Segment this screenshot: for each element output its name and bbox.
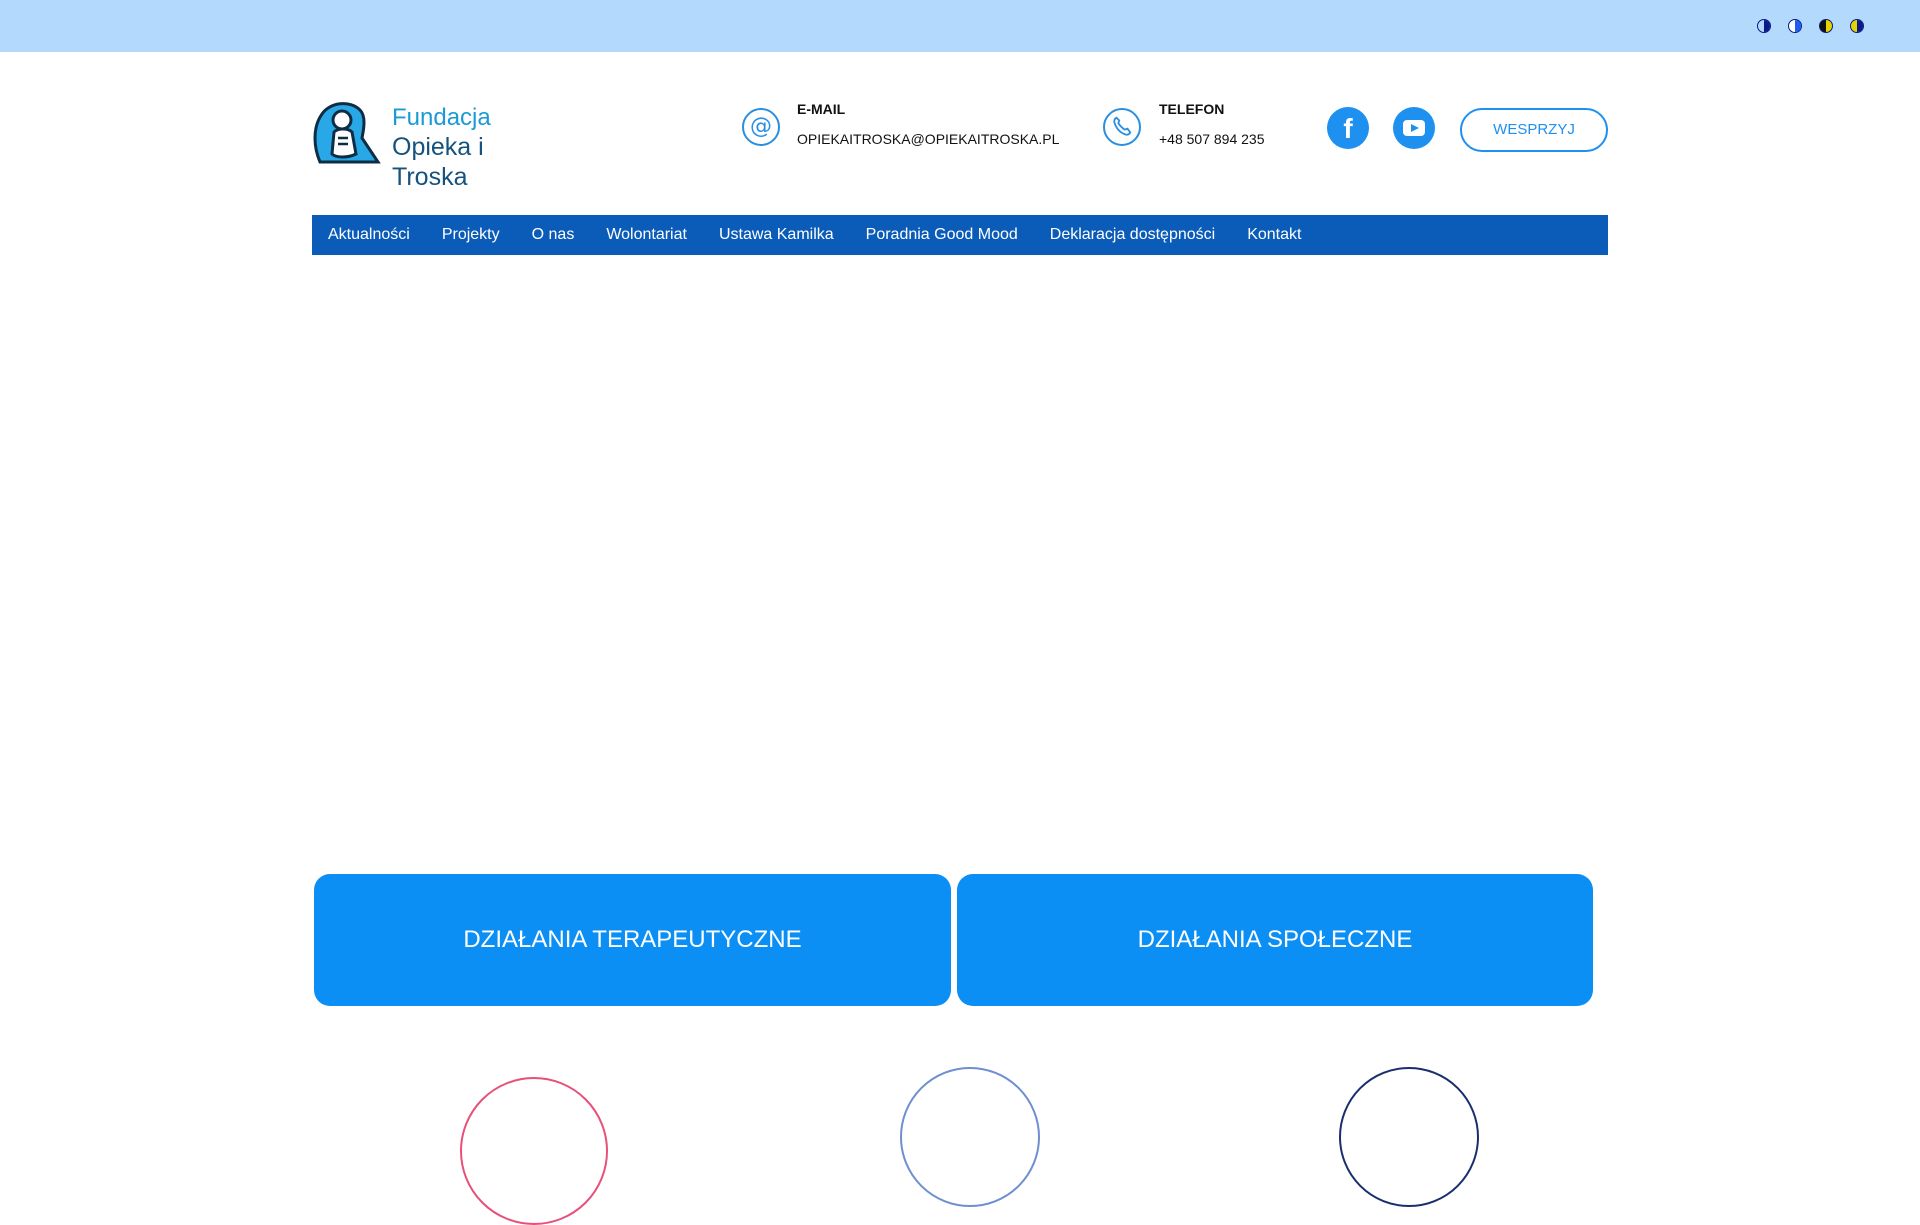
- category-circle-navy[interactable]: [1339, 1067, 1479, 1207]
- category-circle-blue[interactable]: [900, 1067, 1040, 1207]
- email-link[interactable]: OPIEKAITROSKA@OPIEKAITROSKA.PL: [797, 131, 1059, 147]
- nav-item-o-nas[interactable]: O nas: [532, 226, 575, 244]
- phone-label: TELEFON: [1159, 101, 1225, 117]
- email-label: E-MAIL: [797, 101, 846, 117]
- therapeutic-activities-tile[interactable]: DZIAŁANIA TERAPEUTYCZNE: [314, 874, 951, 1006]
- at-icon: @: [742, 108, 780, 146]
- social-activities-tile[interactable]: DZIAŁANIA SPOŁECZNE: [957, 874, 1593, 1006]
- facebook-icon[interactable]: f: [1327, 107, 1369, 149]
- nav-item-aktualnosci[interactable]: Aktualności: [328, 226, 410, 244]
- contrast-yellow-icon[interactable]: [1819, 19, 1833, 33]
- logo-line2: Opieka i Troska: [392, 133, 484, 191]
- contrast-navy-icon[interactable]: [1850, 19, 1864, 33]
- foundation-logo-icon: [313, 102, 381, 164]
- nav-item-kontakt[interactable]: Kontakt: [1247, 226, 1301, 244]
- phone-icon: [1103, 108, 1141, 146]
- site-logo[interactable]: Fundacja Opieka i Troska: [312, 98, 552, 191]
- accessibility-bar: [0, 0, 1920, 52]
- logo-text: Fundacja Opieka i Troska: [392, 104, 552, 192]
- youtube-icon[interactable]: [1393, 107, 1435, 149]
- support-button[interactable]: WESPRZYJ: [1460, 108, 1608, 152]
- logo-line1: Fundacja: [392, 104, 491, 131]
- nav-item-deklaracja[interactable]: Deklaracja dostępności: [1050, 226, 1215, 244]
- phone-link[interactable]: +48 507 894 235: [1159, 131, 1265, 147]
- nav-item-wolontariat[interactable]: Wolontariat: [606, 226, 687, 244]
- nav-item-poradnia[interactable]: Poradnia Good Mood: [866, 226, 1018, 244]
- contrast-default-icon[interactable]: [1757, 19, 1771, 33]
- nav-item-projekty[interactable]: Projekty: [442, 226, 500, 244]
- category-circle-pink[interactable]: [460, 1077, 608, 1225]
- hero-area: [312, 255, 1608, 855]
- contrast-blue-icon[interactable]: [1788, 19, 1802, 33]
- main-nav: Aktualności Projekty O nas Wolontariat U…: [312, 215, 1608, 255]
- nav-item-ustawa-kamilka[interactable]: Ustawa Kamilka: [719, 226, 834, 244]
